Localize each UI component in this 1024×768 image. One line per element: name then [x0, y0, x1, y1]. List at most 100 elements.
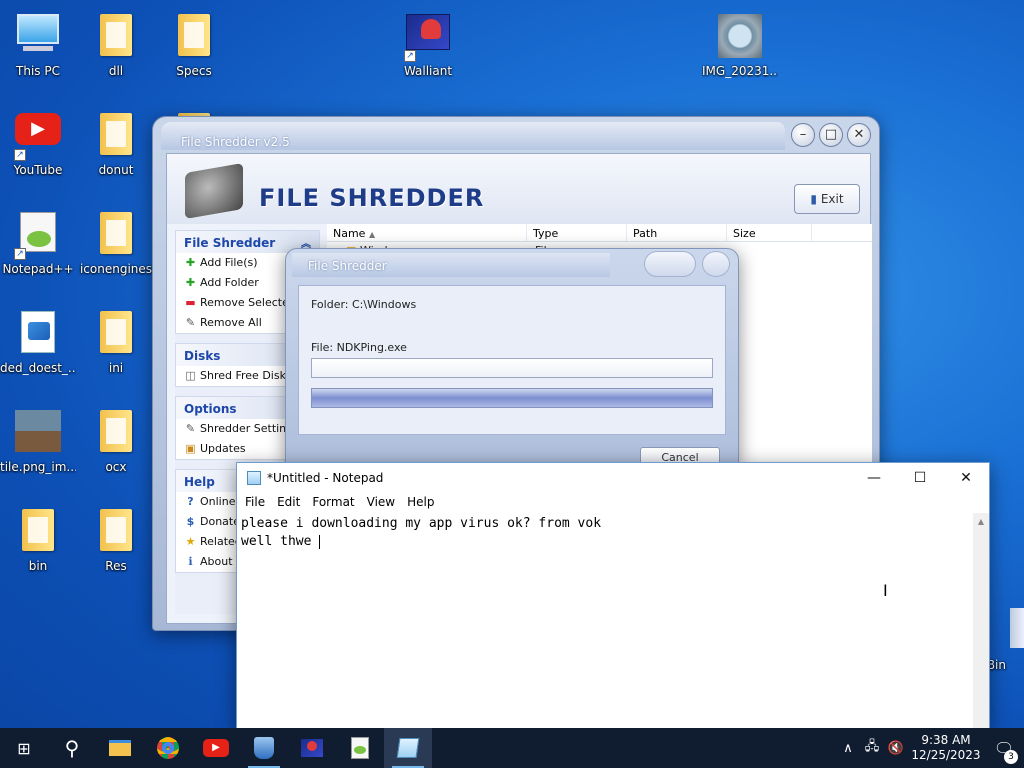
- youtube-icon: ▶ ↗: [14, 113, 62, 161]
- notepad-text-area[interactable]: please i downloading my app virus ok? fr…: [241, 515, 971, 551]
- progress-dialog-body: Folder: C:\Windows File: NDKPing.exe: [298, 285, 726, 435]
- sort-ascending-icon: ▲: [368, 230, 376, 239]
- desktop-icon-label: dll: [108, 64, 124, 78]
- notepad-icon: [247, 471, 261, 485]
- walliant-icon: [301, 739, 323, 757]
- shredder-logo-icon: [185, 162, 243, 220]
- image-thumbnail-icon: [14, 410, 62, 458]
- total-progress-bar: [311, 388, 713, 408]
- desktop-icon-label: Specs: [176, 64, 212, 78]
- folder-icon: [92, 509, 140, 557]
- text-line: well thwe: [241, 534, 320, 549]
- desktop-icon-specs[interactable]: Specs: [156, 6, 232, 90]
- desktop-icon-this-pc[interactable]: This PC: [0, 6, 76, 90]
- desktop-icon-ded-doest[interactable]: ded_doest_...: [0, 303, 76, 387]
- desktop-icon-label: ini: [108, 361, 124, 375]
- file-explorer-icon: [109, 740, 131, 756]
- menu-view[interactable]: View: [361, 493, 401, 513]
- text-line: please i downloading my app virus ok? fr…: [241, 516, 602, 531]
- notepad-plus-plus-icon: [351, 737, 369, 759]
- exit-door-icon: ▮: [810, 192, 818, 206]
- desktop-icon-label: Notepad++: [2, 262, 74, 276]
- walliant-icon: ↗: [404, 14, 452, 62]
- minimize-button[interactable]: –: [791, 123, 815, 147]
- folder-icon: [170, 14, 218, 62]
- taskbar-chrome[interactable]: [144, 728, 192, 768]
- computer-icon: [14, 14, 62, 62]
- desktop-icon-img[interactable]: IMG_20231...: [702, 6, 778, 90]
- taskbar-file-shredder[interactable]: [240, 728, 288, 768]
- info-icon: ℹ: [188, 555, 193, 568]
- taskbar-notepadpp[interactable]: [336, 728, 384, 768]
- menu-help[interactable]: Help: [401, 493, 440, 513]
- desktop-icon-youtube[interactable]: ▶ ↗ YouTube: [0, 105, 76, 189]
- desktop-icon-ocx[interactable]: ocx: [78, 402, 154, 486]
- progress-dialog-titlebar[interactable]: File Shredder: [292, 253, 610, 277]
- notepad-title: *Untitled - Notepad: [267, 471, 384, 485]
- menu-edit[interactable]: Edit: [271, 493, 306, 513]
- notepad-window[interactable]: *Untitled - Notepad — ☐ ✕ File Edit Form…: [236, 462, 990, 730]
- desktop-icon-label: This PC: [16, 64, 60, 78]
- maximize-button[interactable]: ☐: [897, 463, 943, 493]
- dialog-close-button[interactable]: [702, 251, 730, 277]
- maximize-button[interactable]: □: [819, 123, 843, 147]
- file-label: File: NDKPing.exe: [311, 341, 407, 354]
- search-button[interactable]: ⚲: [48, 728, 96, 768]
- column-path[interactable]: Path: [627, 224, 727, 241]
- desktop-icon-label: donut: [98, 163, 134, 177]
- file-shredder-titlebar[interactable]: File Shredder v2.5: [161, 122, 785, 150]
- desktop-icon-label: iconengines: [79, 262, 153, 276]
- column-size[interactable]: Size: [727, 224, 812, 241]
- desktop-icon-label: ded_doest_...: [0, 361, 76, 375]
- recycle-bin-icon: [988, 608, 1024, 656]
- desktop-icon-iconengines[interactable]: iconengines: [78, 204, 154, 288]
- settings-icon: ✎: [185, 422, 196, 435]
- dialog-minimize-button[interactable]: [644, 251, 696, 277]
- image-file-icon: [14, 311, 62, 359]
- desktop-icon-dll[interactable]: dll: [78, 6, 154, 90]
- menu-format[interactable]: Format: [306, 493, 360, 513]
- clock-date: 12/25/2023: [911, 748, 981, 762]
- taskbar-file-explorer[interactable]: [96, 728, 144, 768]
- clock[interactable]: 9:38 AM 12/25/2023: [908, 733, 984, 763]
- exit-button[interactable]: ▮ Exit: [794, 184, 860, 214]
- desktop-icon-label: IMG_20231...: [702, 64, 778, 78]
- desktop-icon-donut[interactable]: donut: [78, 105, 154, 189]
- file-shredder-banner: FILE SHREDDER ▮ Exit: [167, 154, 870, 224]
- folder-label: Folder: C:\Windows: [311, 298, 417, 311]
- taskbar-walliant[interactable]: [288, 728, 336, 768]
- menu-file[interactable]: File: [239, 493, 271, 513]
- desktop-icon-walliant[interactable]: ↗ Walliant: [390, 6, 466, 90]
- desktop-icon-tile-png[interactable]: tile.png_im...: [0, 402, 76, 486]
- youtube-icon: ▶: [203, 739, 229, 757]
- desktop-icon-ini[interactable]: ini: [78, 303, 154, 387]
- add-icon: ✚: [185, 256, 196, 269]
- column-name[interactable]: Name ▲: [327, 224, 527, 241]
- exit-label: Exit: [820, 192, 844, 206]
- chevron-up-icon[interactable]: ∧: [836, 741, 860, 756]
- desktop-icon-res[interactable]: Res: [78, 501, 154, 585]
- start-button[interactable]: ⊞: [0, 728, 48, 768]
- desktop-icon-label: YouTube: [13, 163, 63, 177]
- column-type[interactable]: Type: [527, 224, 627, 241]
- shredding-progress-dialog[interactable]: File Shredder Folder: C:\Windows File: N…: [285, 248, 739, 466]
- vertical-scrollbar[interactable]: ▲: [973, 513, 989, 729]
- close-button[interactable]: ✕: [847, 123, 871, 147]
- notifications-button[interactable]: 3 🗨: [984, 739, 1024, 764]
- help-icon: ?: [187, 495, 194, 508]
- desktop-icon-bin[interactable]: bin: [0, 501, 76, 585]
- taskbar-youtube[interactable]: ▶: [192, 728, 240, 768]
- notepad-titlebar[interactable]: *Untitled - Notepad — ☐ ✕: [237, 463, 989, 493]
- volume-muted-icon[interactable]: 🔇: [884, 741, 908, 756]
- scroll-up-icon: ▲: [977, 517, 985, 526]
- eraser-icon: ✎: [185, 316, 196, 329]
- file-list-header: Name ▲ Type Path Size: [327, 224, 872, 242]
- desktop-icon-notepadpp[interactable]: ↗ Notepad++: [0, 204, 76, 288]
- taskbar: ⊞ ⚲ ▶ ∧ 🖧 🔇 9:38 AM 12/25/2023 3 🗨: [0, 728, 1024, 768]
- minimize-button[interactable]: —: [851, 463, 897, 493]
- network-icon[interactable]: 🖧: [860, 737, 884, 759]
- taskbar-notepad[interactable]: [384, 728, 432, 768]
- folder-icon: [92, 113, 140, 161]
- close-button[interactable]: ✕: [943, 463, 989, 493]
- clock-time: 9:38 AM: [921, 733, 971, 747]
